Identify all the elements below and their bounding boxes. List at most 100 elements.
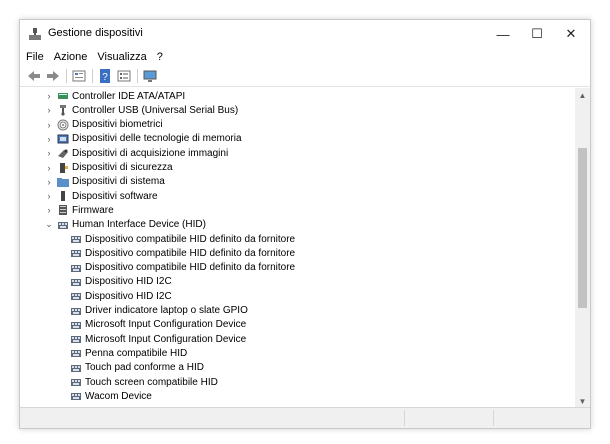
fingerprint-icon — [57, 119, 69, 131]
hid-device-item[interactable]: Microsoft Input Configuration Device — [67, 332, 246, 346]
close-button[interactable]: ✕ — [554, 20, 588, 48]
properties-icon[interactable] — [71, 68, 87, 84]
hid-icon — [57, 219, 69, 231]
hid-device-label: Dispositivo compatibile HID definito da … — [85, 233, 296, 245]
scroll-thumb[interactable] — [578, 148, 587, 308]
hid-icon — [70, 305, 82, 317]
scroll-down-arrow-icon[interactable]: ▼ — [575, 394, 590, 408]
hid-icon — [70, 233, 82, 245]
tree-node[interactable]: › Controller USB (Universal Serial Bus) — [44, 103, 238, 117]
hid-icon — [70, 290, 82, 302]
hid-device-item[interactable]: Penna compatibile HID — [67, 346, 187, 360]
hid-device-label: Microsoft Input Configuration Device — [85, 319, 247, 331]
menu-file[interactable]: File — [26, 51, 44, 63]
hid-device-item[interactable]: Driver indicatore laptop o slate GPIO — [67, 304, 248, 318]
status-bar-divider — [493, 410, 494, 426]
hid-icon — [70, 376, 82, 388]
tree-node[interactable]: › Dispositivi delle tecnologie di memoria — [44, 132, 242, 146]
menu-bar: File Azione Visualizza ? — [20, 48, 590, 66]
hid-device-item[interactable]: Dispositivo compatibile HID definito da … — [67, 246, 295, 260]
tree-node[interactable]: › Dispositivi di sicurezza — [44, 161, 173, 175]
hid-device-item[interactable]: Touch pad conforme a HID — [67, 361, 204, 375]
hid-device-item[interactable]: Dispositivo HID I2C — [67, 289, 172, 303]
tree-node-label: Controller IDE ATA/ATAPI — [72, 90, 186, 102]
chevron-right-icon[interactable]: › — [44, 134, 54, 144]
chevron-right-icon[interactable]: › — [44, 105, 54, 115]
toolbar: ? — [20, 66, 590, 87]
monitor-icon[interactable] — [142, 68, 158, 84]
hid-icon — [70, 390, 82, 402]
tree-node-label: Human Interface Device (HID) — [72, 219, 206, 231]
tree-node[interactable]: › Dispositivi di acquisizione immagini — [44, 146, 229, 160]
tree-node[interactable]: ⌄ Human Interface Device (HID) — [44, 218, 206, 232]
tree-node-label: Firmware — [72, 204, 114, 216]
hid-device-label: Dispositivo HID I2C — [85, 276, 172, 288]
chevron-right-icon[interactable]: › — [44, 148, 54, 158]
status-bar-divider — [404, 410, 405, 426]
menu-help[interactable]: ? — [157, 51, 163, 63]
device-tree: › Controller IDE ATA/ATAPI › Controller USB… — [24, 89, 574, 408]
menu-visualizza[interactable]: Visualizza — [97, 51, 146, 63]
camera-icon — [57, 147, 69, 159]
hid-device-label: Microsoft Input Configuration Device — [85, 333, 247, 345]
device-manager-window: Gestione dispositivi — ☐ ✕ File Azione V… — [19, 19, 591, 429]
tree-node-label: Controller USB (Universal Serial Bus) — [72, 104, 239, 116]
back-icon[interactable] — [26, 68, 42, 84]
hid-device-label: Driver indicatore laptop o slate GPIO — [85, 305, 248, 316]
tree-node-label: Dispositivi software — [72, 190, 158, 202]
hid-device-label: Dispositivo compatibile HID definito da … — [85, 247, 296, 259]
hid-device-label: Wacom Device — [85, 390, 152, 402]
firmware-icon — [57, 204, 69, 216]
chevron-right-icon[interactable]: › — [44, 120, 54, 130]
hid-device-label: Penna compatibile HID — [85, 347, 188, 359]
hid-icon — [70, 276, 82, 288]
tree-node-label: Dispositivi delle tecnologie di memoria — [72, 133, 242, 145]
hid-icon — [70, 347, 82, 359]
hid-device-item[interactable]: Touch screen compatibile HID — [67, 375, 218, 389]
tree-node-label: Dispositivi di acquisizione immagini — [72, 147, 229, 159]
software-device-icon — [57, 190, 69, 202]
device-manager-icon — [29, 28, 41, 40]
hid-icon — [70, 247, 82, 259]
security-icon — [57, 162, 69, 174]
chevron-right-icon[interactable]: › — [44, 163, 54, 173]
scroll-up-arrow-icon[interactable]: ▲ — [575, 88, 590, 102]
tree-node[interactable]: › Firmware — [44, 203, 114, 217]
ide-controller-icon — [57, 90, 69, 102]
window-title: Gestione dispositivi — [48, 27, 143, 39]
maximize-button[interactable]: ☐ — [520, 20, 554, 48]
minimize-button[interactable]: — — [486, 20, 520, 48]
hid-device-item[interactable]: Dispositivo compatibile HID definito da … — [67, 232, 295, 246]
tree-node[interactable]: › Dispositivi di sistema — [44, 175, 165, 189]
tree-node[interactable]: › Dispositivi software — [44, 189, 158, 203]
hid-device-label: Dispositivo compatibile HID definito da … — [85, 262, 296, 274]
hid-icon — [70, 333, 82, 345]
chevron-right-icon[interactable]: › — [44, 191, 54, 201]
tree-node[interactable]: › Dispositivi biometrici — [44, 118, 163, 132]
chevron-right-icon[interactable]: › — [44, 177, 54, 187]
chevron-right-icon[interactable]: › — [44, 91, 54, 101]
usb-icon — [57, 104, 69, 116]
menu-azione[interactable]: Azione — [54, 51, 88, 63]
title-bar: Gestione dispositivi — ☐ ✕ — [20, 20, 590, 48]
hid-device-item[interactable]: Dispositivo compatibile HID definito da … — [67, 261, 295, 275]
hid-device-item[interactable]: Wacom Device — [67, 389, 152, 403]
chevron-right-icon[interactable]: › — [44, 205, 54, 215]
help-icon[interactable]: ? — [97, 68, 113, 84]
view-icon[interactable] — [116, 68, 132, 84]
hid-device-item[interactable]: Dispositivo HID I2C — [67, 275, 172, 289]
forward-icon[interactable] — [45, 68, 61, 84]
hid-icon — [70, 262, 82, 274]
status-bar — [20, 407, 590, 428]
hid-device-label: Touch pad conforme a HID — [85, 362, 204, 374]
vertical-scrollbar[interactable]: ▲ ▼ — [575, 88, 590, 408]
toolbar-separator — [137, 69, 138, 83]
hid-device-item[interactable]: Microsoft Input Configuration Device — [67, 318, 246, 332]
tree-node-label: Dispositivi di sicurezza — [72, 162, 173, 173]
hid-device-label: Dispositivo HID I2C — [85, 290, 172, 302]
tree-node[interactable]: › Controller IDE ATA/ATAPI — [44, 89, 186, 103]
toolbar-separator — [66, 69, 67, 83]
memory-icon — [57, 133, 69, 145]
toolbar-separator — [92, 69, 93, 83]
chevron-down-icon[interactable]: ⌄ — [44, 219, 54, 230]
